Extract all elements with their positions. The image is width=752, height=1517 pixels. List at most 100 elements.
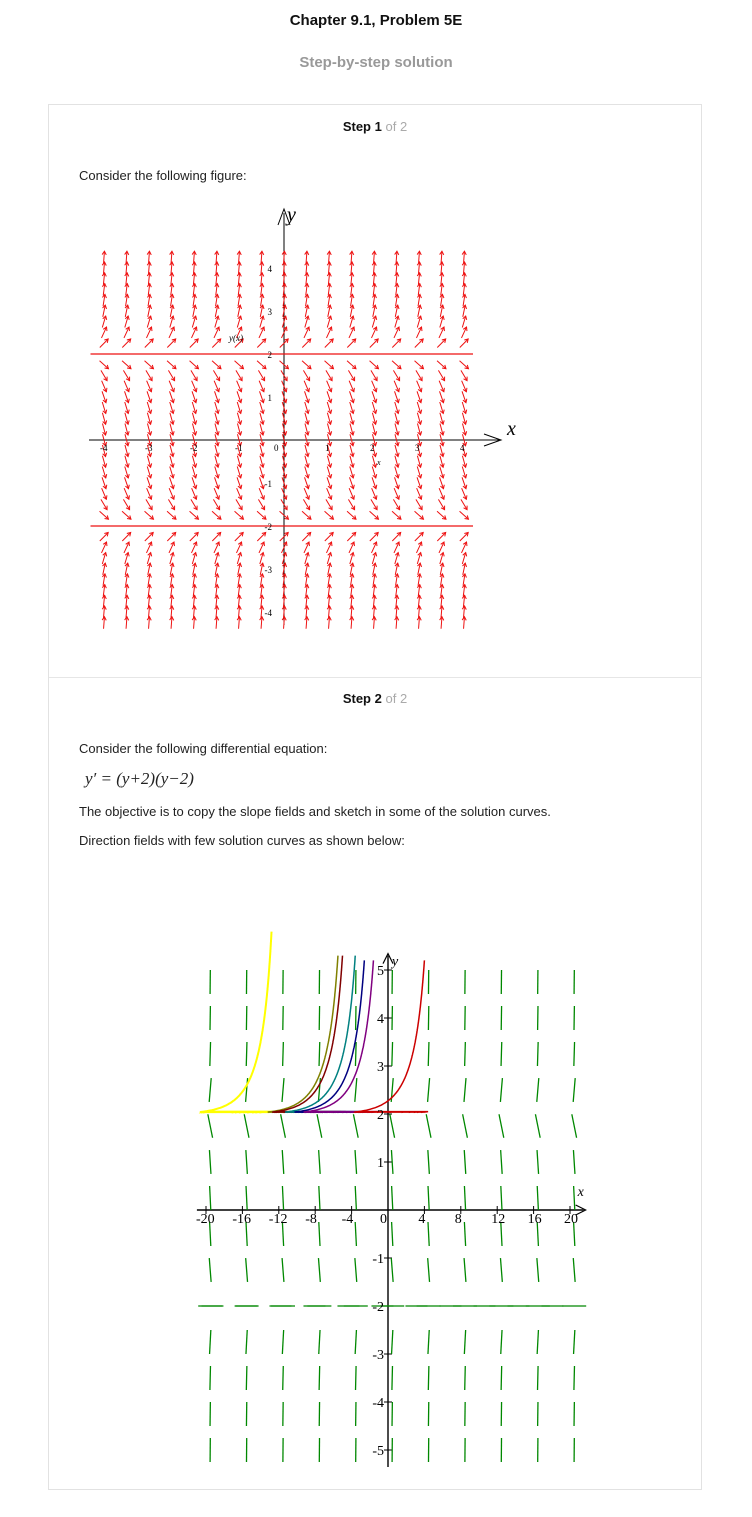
slope-arrow: [189, 360, 199, 370]
y-axis-label: y: [390, 955, 399, 970]
slope-segment: [391, 1041, 394, 1067]
slope-arrow: [144, 360, 154, 370]
slope-arrow: [144, 338, 154, 348]
slope-segment: [354, 1149, 358, 1175]
slope-arrow: [301, 510, 312, 520]
slope-segment: [500, 1365, 503, 1391]
slope-segment: [279, 1114, 287, 1138]
x-tick-label: -16: [232, 1212, 251, 1227]
slope-segment: [536, 1041, 539, 1067]
slope-segment: [243, 1114, 250, 1138]
slope-segment: [499, 1257, 503, 1283]
slope-arrow: [211, 338, 222, 348]
y-tick-label: 2: [268, 350, 273, 360]
slope-segment: [427, 1149, 431, 1175]
slope-segment: [318, 1185, 321, 1211]
slope-segment: [572, 1185, 576, 1211]
slope-arrow: [391, 360, 402, 370]
slope-segment: [245, 1041, 248, 1067]
slope-arrow: [234, 360, 244, 370]
slope-segment: [500, 1185, 503, 1211]
slope-segment: [427, 1041, 430, 1067]
slope-arrow: [121, 338, 132, 348]
slope-arrow: [459, 338, 469, 348]
x-small-label: x: [376, 458, 381, 467]
slope-segment: [391, 1365, 394, 1391]
slope-segment: [317, 1257, 321, 1283]
slope-segment: [463, 1257, 467, 1283]
slope-segment: [354, 1257, 358, 1283]
slope-arrow: [459, 510, 469, 520]
slope-segment: [281, 1257, 285, 1283]
slope-segment: [390, 1221, 394, 1247]
slope-arrow: [459, 360, 469, 370]
slope-segment: [281, 1149, 285, 1175]
slope-field-figure-2: -20 -16 -12 -8 -4 0 4 8 12 16 20 5 4 3 2 1 -1 -2 -3 -4 -5 x y: [196, 931, 587, 1467]
slope-arrow: [346, 338, 357, 348]
slope-segment: [390, 1185, 394, 1211]
slope-segment: [354, 1365, 357, 1391]
slope-arrow: [301, 532, 312, 542]
curve-label: y(x): [228, 333, 243, 343]
x-tick-label: -4: [342, 1212, 354, 1227]
slope-segment: [572, 1077, 576, 1103]
slope-segment: [536, 1329, 540, 1355]
slope-arrow: [346, 360, 357, 370]
x-tick-label: 16: [528, 1212, 542, 1227]
slope-segment: [318, 1365, 321, 1391]
slope-segment: [427, 1365, 430, 1391]
x-tick-label: 0: [380, 1212, 387, 1227]
slope-arrow: [436, 510, 447, 520]
x-axis-label: x: [577, 1185, 585, 1200]
slope-segment: [354, 1041, 357, 1067]
slope-segment: [281, 1329, 285, 1355]
slope-arrow: [121, 510, 132, 520]
slope-arrow: [436, 338, 447, 348]
slope-segment: [427, 1221, 430, 1247]
y-tick-label: -3: [265, 565, 273, 575]
slope-segment: [572, 1149, 576, 1175]
slope-arrow: [211, 510, 222, 520]
slope-arrow: [256, 360, 267, 370]
slope-segment: [281, 1185, 285, 1211]
slope-segment: [536, 1077, 540, 1103]
y-tick-label: 4: [377, 1012, 384, 1027]
slope-arrow: [189, 532, 199, 542]
slope-arrow: [414, 532, 424, 542]
slope-arrow: [99, 532, 109, 542]
slope-segment: [354, 1221, 358, 1247]
slope-arrow: [414, 360, 424, 370]
slope-segment: [427, 1257, 431, 1283]
slope-segment: [318, 1221, 321, 1247]
slope-segment: [208, 1149, 212, 1175]
step-2-label: Step: [342, 691, 371, 706]
slope-arrow: [99, 360, 109, 370]
slope-segment: [244, 1077, 249, 1103]
y-tick-label: 2: [377, 1108, 384, 1123]
slope-segment: [463, 1329, 467, 1355]
slope-segment: [390, 1329, 394, 1355]
slope-arrow: [234, 510, 244, 520]
slope-segment: [208, 1185, 212, 1211]
solution-card: Step 1 of 2 Consider the following figur…: [48, 104, 702, 1490]
slope-arrow: [301, 360, 312, 370]
slope-segment: [463, 1149, 467, 1175]
slope-segment: [245, 1185, 248, 1211]
slope-segment: [208, 1077, 212, 1103]
slope-segment: [572, 1257, 576, 1283]
slope-segment: [572, 1329, 576, 1355]
slope-arrow: [436, 360, 447, 370]
x-tick-label: 12: [491, 1212, 505, 1227]
x-tick-label: 4: [460, 443, 465, 453]
slope-segment: [463, 1077, 467, 1103]
slope-segment: [425, 1114, 432, 1138]
slope-arrow: [166, 360, 177, 370]
slope-segment: [390, 1149, 394, 1175]
step-1-number: 1: [374, 119, 382, 134]
slope-segment: [245, 1329, 248, 1355]
slope-segment: [281, 1077, 285, 1103]
slope-segment: [245, 1149, 249, 1175]
slope-segment: [499, 1149, 503, 1175]
step-1-label: Step: [342, 119, 371, 134]
x-tick-label: 1: [325, 443, 330, 453]
